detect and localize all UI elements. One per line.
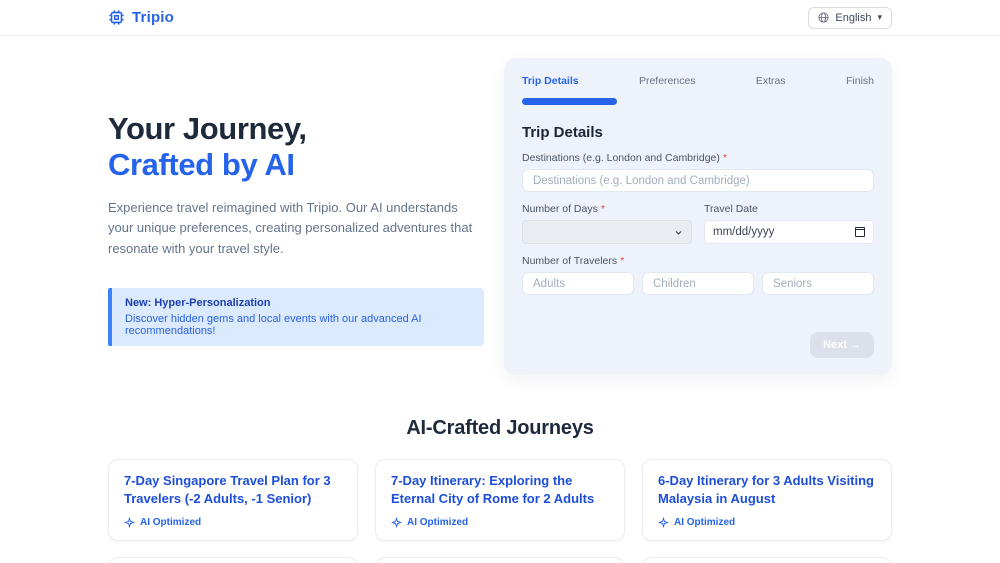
title-line-1: Your Journey, (108, 111, 307, 146)
chip-icon (109, 10, 124, 25)
ai-optimized-badge: AI Optimized (124, 516, 342, 528)
days-select[interactable] (522, 220, 692, 244)
hero-description: Experience travel reimagined with Tripio… (108, 199, 473, 256)
days-label: Number of Days * (522, 203, 605, 215)
step-finish[interactable]: Finish (846, 75, 874, 87)
required-asterisk: * (600, 203, 605, 215)
step-trip-details[interactable]: Trip Details (522, 75, 579, 87)
journeys-section: AI-Crafted Journeys 7-Day Singapore Trav… (0, 417, 1000, 563)
journey-card[interactable]: Discover Historical Hill Towns: A 7-Day … (642, 556, 892, 563)
progress-bar (522, 98, 618, 105)
journeys-grid: 7-Day Singapore Travel Plan for 3 Travel… (108, 459, 892, 563)
destinations-input[interactable] (522, 169, 874, 192)
journey-title[interactable]: 7-Day Singapore Travel Plan for 3 Travel… (124, 472, 342, 509)
promo-title: New: Hyper-Personalization (125, 296, 271, 309)
title-line-2: Crafted by AI (108, 146, 295, 182)
journey-card[interactable]: 7-Day Singapore Travel Plan for 3 Travel… (108, 459, 358, 541)
app-name: Tripio (132, 9, 175, 26)
chevron-down-icon (675, 230, 682, 235)
promo-callout: New: Hyper-Personalization Discover hidd… (108, 287, 484, 346)
journeys-heading: AI-Crafted Journeys (406, 417, 594, 439)
trip-wizard-card: Trip Details Preferences Extras Finish T… (504, 58, 892, 375)
journey-title[interactable]: 7-Day Itinerary: Exploring the Eternal C… (391, 472, 609, 509)
journey-card[interactable]: 7-Day Itinerary in Rio de Janeiro for 2 … (108, 556, 358, 563)
journey-card[interactable]: 7-Day Itinerary: Exploring the Eternal C… (375, 459, 625, 541)
next-button[interactable]: Next → (810, 332, 874, 358)
sparkles-icon (124, 516, 135, 528)
travelers-label: Number of Travelers * (522, 255, 625, 267)
calendar-icon[interactable] (855, 227, 865, 237)
ai-optimized-badge: AI Optimized (391, 516, 609, 528)
required-asterisk: * (620, 255, 625, 267)
language-selector[interactable]: English ▾ (808, 6, 892, 29)
wizard-heading: Trip Details (522, 124, 603, 141)
language-label: English (835, 11, 872, 24)
required-asterisk: * (722, 152, 727, 164)
journey-card[interactable]: 7-Day Spain Itinerary for 2 Adults to Ma… (375, 556, 625, 563)
seniors-input[interactable] (762, 272, 874, 295)
promo-body: Discover hidden gems and local events wi… (125, 312, 422, 337)
adults-input[interactable] (522, 272, 634, 295)
ai-optimized-badge: AI Optimized (658, 516, 876, 528)
children-input[interactable] (642, 272, 754, 295)
travel-date-label: Travel Date (704, 203, 758, 215)
hero-section: Your Journey, Crafted by AI Experience t… (0, 36, 1000, 375)
sparkles-icon (658, 516, 669, 528)
sparkles-icon (391, 516, 402, 528)
chevron-down-icon: ▾ (877, 12, 882, 22)
step-extras[interactable]: Extras (756, 75, 786, 87)
app-logo[interactable]: Tripio (108, 9, 174, 26)
top-nav: Tripio English ▾ (0, 0, 1000, 36)
destinations-label: Destinations (e.g. London and Cambridge)… (522, 152, 727, 164)
date-value: mm/dd/yyyy (713, 226, 775, 238)
journey-card[interactable]: 6-Day Itinerary for 3 Adults Visiting Ma… (642, 459, 892, 541)
arrow-right-icon: → (850, 339, 861, 351)
journey-title[interactable]: 6-Day Itinerary for 3 Adults Visiting Ma… (658, 472, 876, 509)
travel-date-input[interactable]: mm/dd/yyyy (704, 220, 874, 244)
wizard-steps: Trip Details Preferences Extras Finish (522, 75, 874, 87)
page-title: Your Journey, Crafted by AI (108, 111, 493, 183)
globe-icon (818, 12, 829, 23)
step-preferences[interactable]: Preferences (639, 75, 696, 87)
